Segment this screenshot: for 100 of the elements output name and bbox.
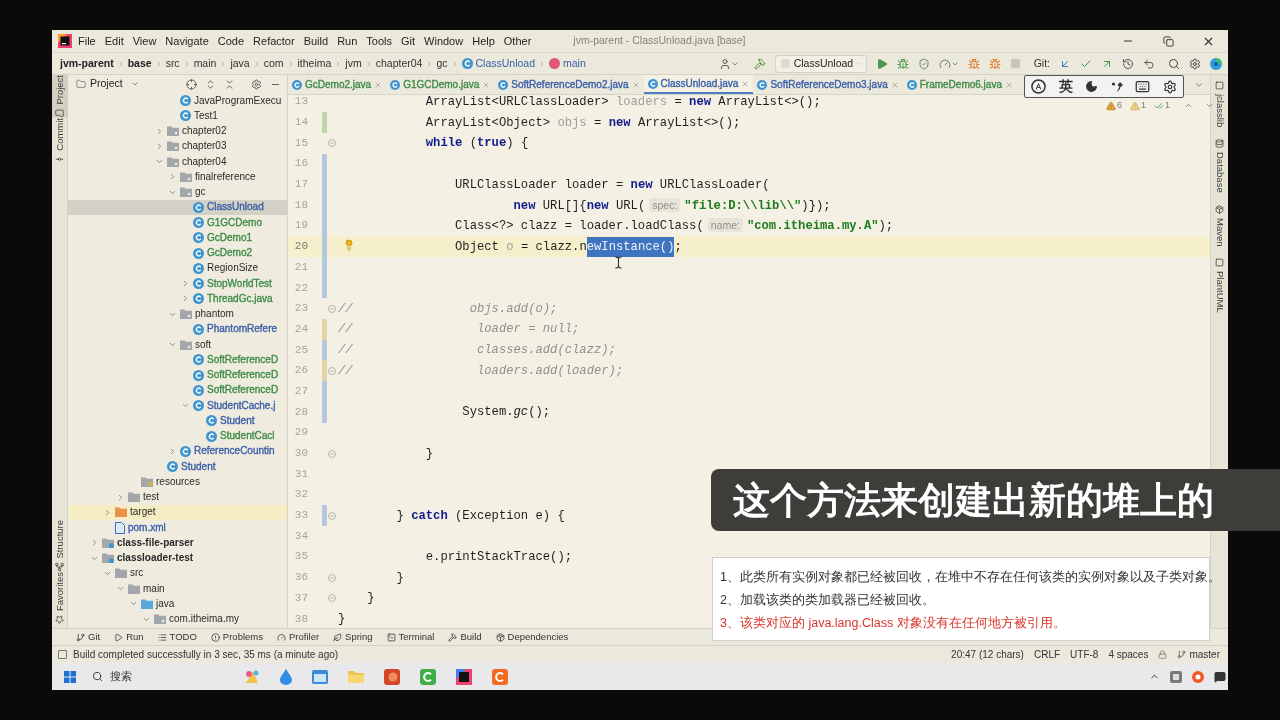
fold-marker-icon[interactable] <box>327 449 336 458</box>
menu-item[interactable]: Window <box>424 35 464 47</box>
menu-item[interactable]: File <box>78 35 96 47</box>
menu-item[interactable]: Tools <box>366 35 392 47</box>
tree-item[interactable]: GcDemo1 <box>68 230 287 246</box>
editor-tab[interactable]: ClassUnload.java <box>643 75 754 94</box>
window-app-icon[interactable] <box>312 669 328 684</box>
breadcrumb[interactable]: main <box>191 58 219 69</box>
tree-item[interactable]: SoftReferenceD <box>68 382 287 398</box>
hammer-icon[interactable] <box>753 57 766 70</box>
ime-language-button[interactable]: 英 <box>1058 76 1073 97</box>
tree-item[interactable]: chapter03 <box>68 138 287 154</box>
settings-icon[interactable] <box>1162 79 1177 94</box>
side-tab[interactable]: Database <box>1211 139 1228 193</box>
tool-window-button[interactable]: Profiler <box>277 632 320 642</box>
tree-item[interactable]: target <box>68 504 287 520</box>
editor-tab[interactable]: SoftReferenceDemo3.java <box>753 75 903 94</box>
tree-item[interactable]: StudentCache.j <box>68 398 287 414</box>
app-tile-icon[interactable] <box>456 668 472 685</box>
droplet-app-icon[interactable] <box>280 668 292 685</box>
tree-item[interactable]: Test1 <box>68 108 287 124</box>
tool-window-button[interactable]: Build <box>448 632 482 642</box>
tree-item[interactable]: PhantomRefere <box>68 321 287 337</box>
menu-item[interactable]: Help <box>472 35 495 47</box>
fold-marker-icon[interactable] <box>327 573 336 582</box>
breadcrumb[interactable]: gc <box>434 58 450 69</box>
fold-marker-icon[interactable] <box>327 511 336 520</box>
menu-item[interactable]: Code <box>217 35 245 47</box>
tree-item[interactable]: StopWorldTest <box>68 276 287 292</box>
fold-marker-icon[interactable] <box>327 366 336 375</box>
side-tab[interactable]: Favorites <box>52 571 68 624</box>
tree-item[interactable]: main <box>68 581 287 597</box>
breadcrumb[interactable]: java <box>228 58 252 69</box>
tree-item[interactable]: src <box>68 565 287 581</box>
app-logo-icon[interactable] <box>58 34 72 48</box>
tool-window-button[interactable]: Spring <box>333 632 373 642</box>
breadcrumb[interactable]: chapter04 <box>373 58 425 69</box>
user-icon[interactable] <box>718 57 731 70</box>
side-tab[interactable]: PlantUML <box>1211 258 1228 314</box>
breadcrumb[interactable]: jvm <box>343 58 364 69</box>
menu-item[interactable]: View <box>132 35 157 47</box>
windows-logo-icon[interactable] <box>64 670 76 683</box>
logo-icon[interactable] <box>1210 57 1222 70</box>
app-tile-icon[interactable] <box>384 668 400 685</box>
tree-item[interactable]: com.itheima.my <box>68 611 287 627</box>
expand-all-icon[interactable] <box>205 78 216 90</box>
menu-item[interactable]: Build <box>303 35 329 47</box>
keyboard-icon[interactable] <box>1135 79 1151 94</box>
tree-item[interactable]: class-file-parser <box>68 535 287 551</box>
breadcrumb[interactable]: base <box>125 58 154 69</box>
tree-item[interactable]: G1GCDemo <box>68 215 287 231</box>
tree-item[interactable]: ThreadGc.java <box>68 291 287 307</box>
menu-item[interactable]: Refactor <box>253 35 295 47</box>
collapse-all-icon[interactable] <box>224 78 235 90</box>
tree-item[interactable]: soft <box>68 337 287 353</box>
chevron-right-icon[interactable] <box>181 294 190 304</box>
tree-item[interactable]: Student <box>68 413 287 429</box>
breadcrumb[interactable]: ClassUnload <box>459 58 538 69</box>
file-encoding[interactable]: UTF-8 <box>1070 647 1099 662</box>
chevron-right-icon[interactable] <box>155 126 164 136</box>
git-branch-widget[interactable]: master <box>1177 647 1220 662</box>
caret-position[interactable]: 20:47 (12 chars) <box>951 647 1024 662</box>
menu-item[interactable]: Run <box>337 35 358 47</box>
lock-icon[interactable] <box>1158 650 1168 659</box>
tool-window-button[interactable]: TODO <box>157 632 197 642</box>
chevron-right-icon[interactable] <box>116 492 125 502</box>
inspection-counter[interactable]: 1 <box>1154 99 1171 113</box>
tool-window-button[interactable]: Terminal <box>386 632 435 642</box>
tree-item[interactable]: pom.xml <box>68 520 287 536</box>
tree-item[interactable]: GcDemo2 <box>68 245 287 261</box>
chevron-right-icon[interactable] <box>181 279 190 289</box>
menu-item[interactable]: Git <box>401 35 416 47</box>
editor-tab[interactable]: GcDemo2.java <box>288 75 387 94</box>
app-tile-icon[interactable] <box>492 668 508 685</box>
fold-marker-icon[interactable] <box>327 304 336 313</box>
stop-icon[interactable] <box>1009 58 1021 69</box>
project-view-dropdown[interactable]: Project <box>76 76 139 92</box>
settings-icon[interactable] <box>1189 57 1201 70</box>
folder-app-icon[interactable] <box>348 670 364 683</box>
editor-tab[interactable]: SoftReferenceDemo2.java <box>494 75 644 94</box>
tree-item[interactable]: JavaProgramExecu <box>68 93 287 109</box>
tree-item[interactable]: StudentCacl <box>68 428 287 444</box>
tree-item[interactable]: SoftReferenceD <box>68 352 287 368</box>
shapes-app-icon[interactable] <box>244 668 260 685</box>
tree-item[interactable]: chapter02 <box>68 123 287 139</box>
tray-app-icon[interactable] <box>1170 670 1182 683</box>
side-tab[interactable]: Project <box>52 75 68 118</box>
editor-tab[interactable]: G1GCDemo.java <box>386 75 495 94</box>
inspection-counter[interactable]: 6 <box>1106 99 1122 113</box>
undo-icon[interactable] <box>1143 57 1155 70</box>
tree-item[interactable]: SoftReferenceD <box>68 367 287 383</box>
side-tab[interactable]: Maven <box>1211 204 1228 247</box>
punctuation-icon[interactable] <box>1110 80 1123 93</box>
tray-app-icon[interactable] <box>1192 670 1204 683</box>
message-icon[interactable] <box>1214 670 1226 683</box>
bug-icon[interactable] <box>988 57 1001 70</box>
play-icon[interactable] <box>875 57 888 70</box>
tree-item[interactable]: test <box>68 489 287 505</box>
bug-icon[interactable] <box>967 57 980 70</box>
line-separator[interactable]: CRLF <box>1033 647 1061 662</box>
